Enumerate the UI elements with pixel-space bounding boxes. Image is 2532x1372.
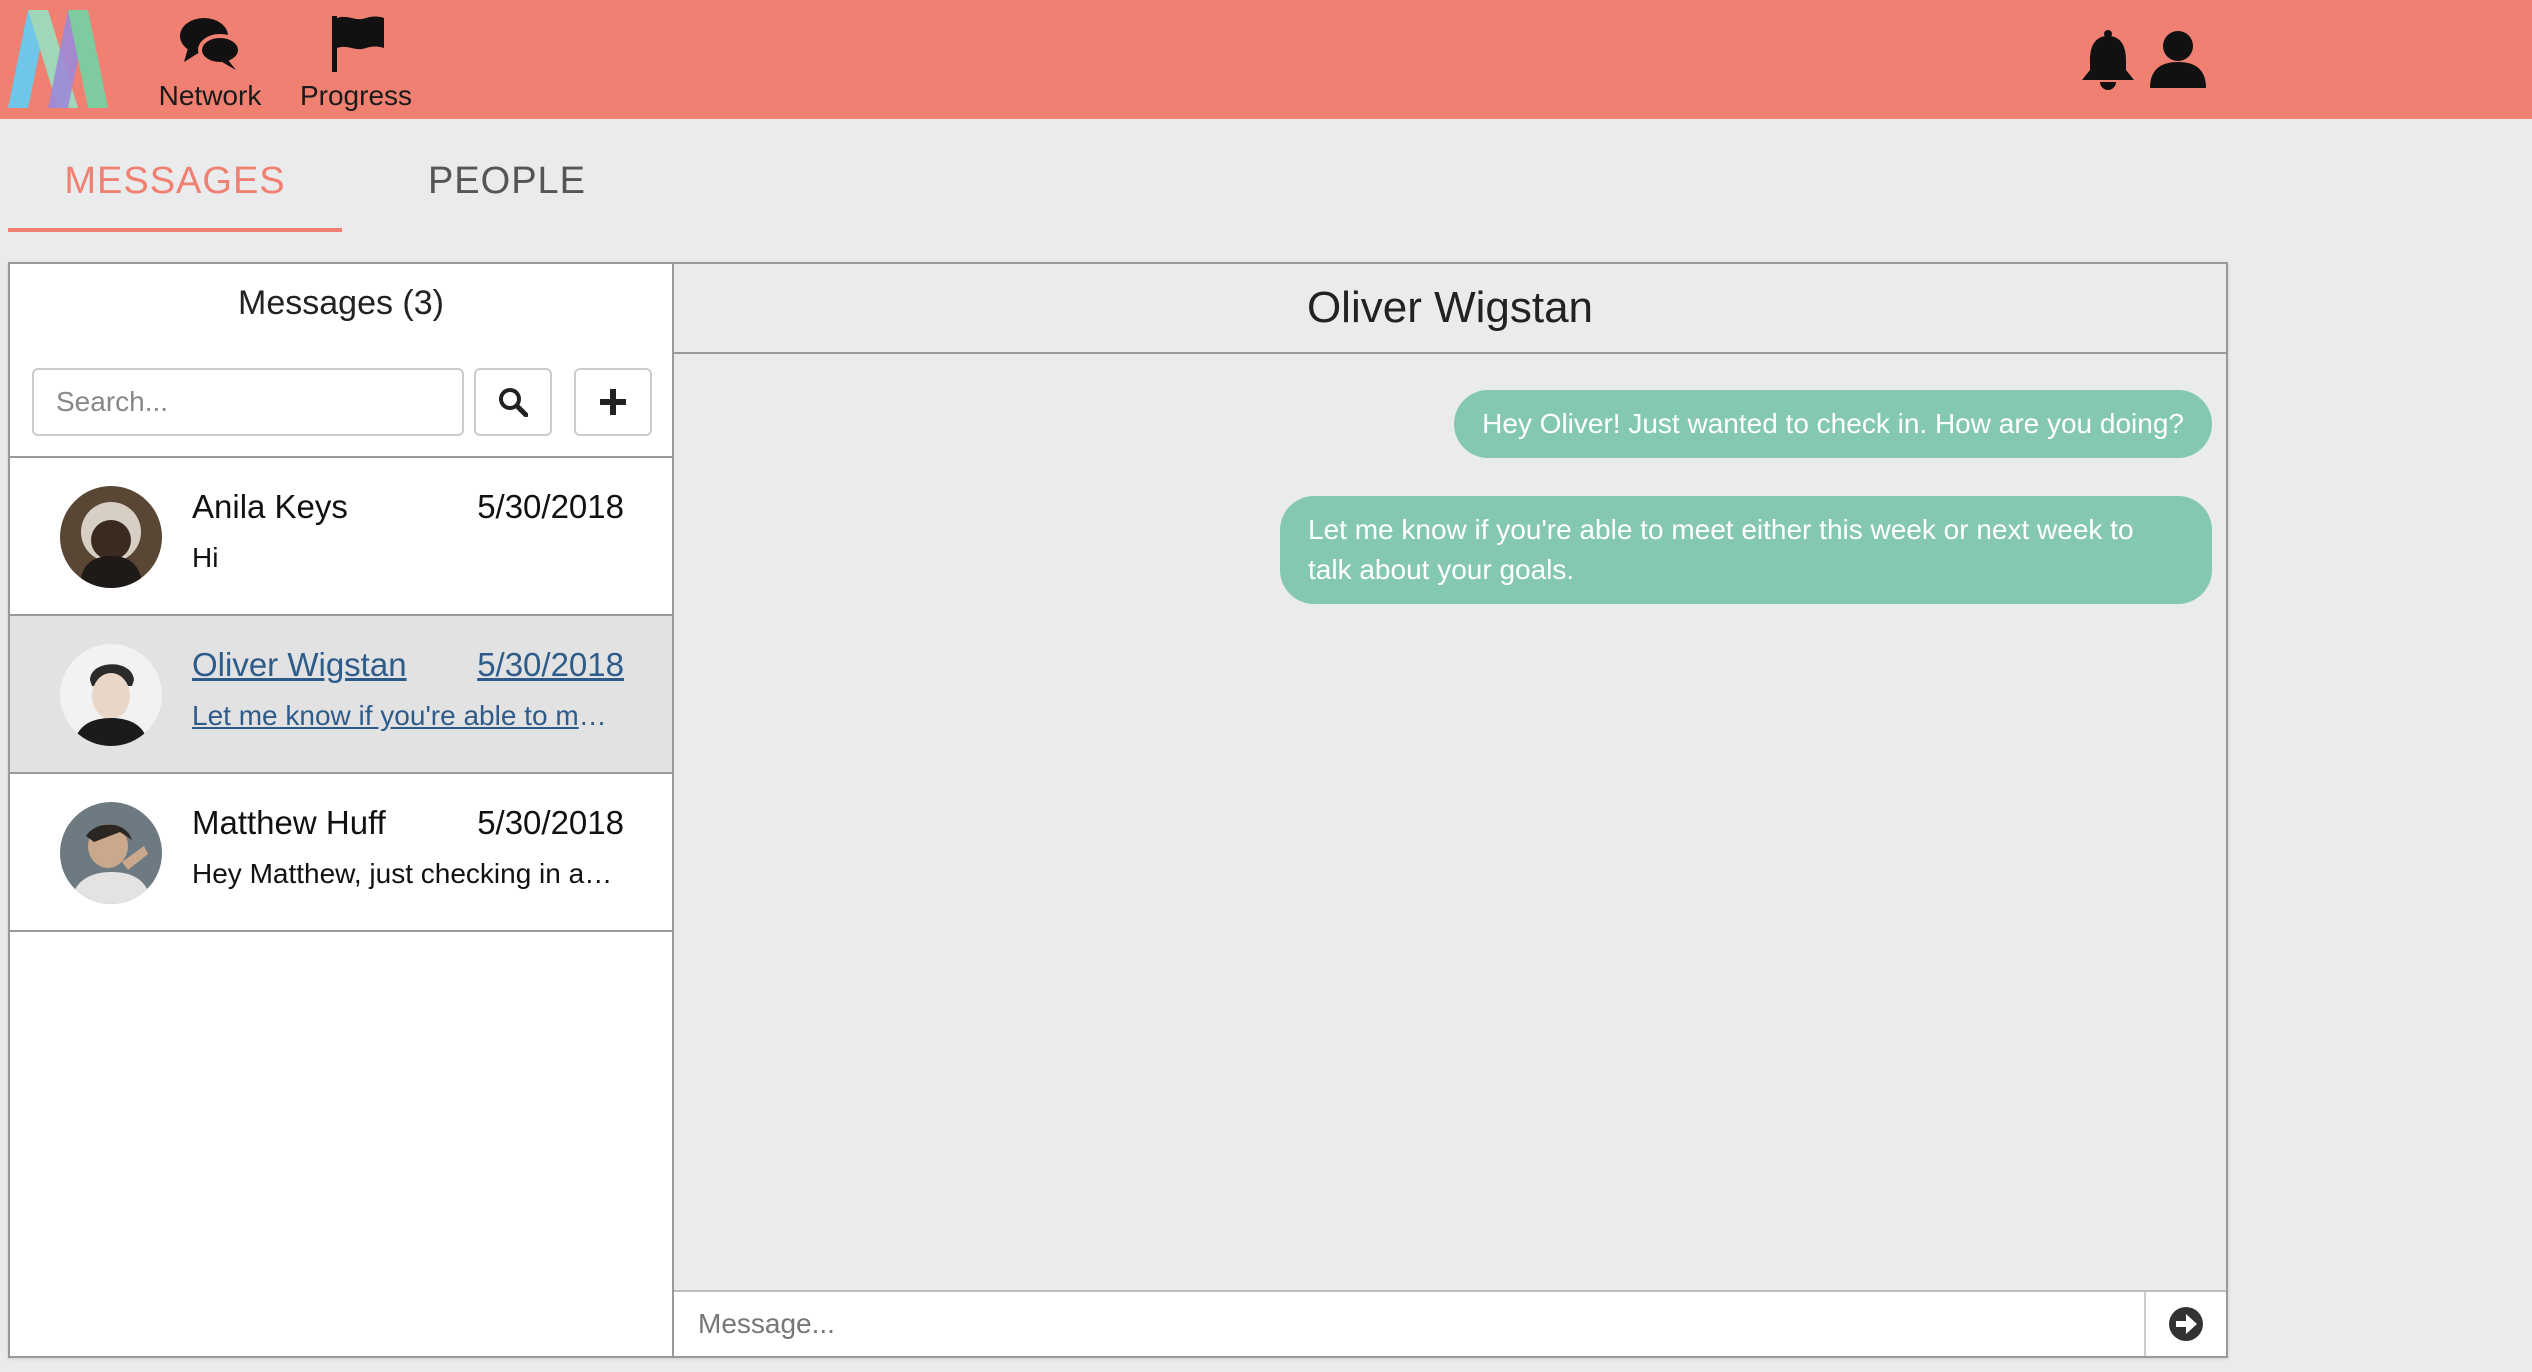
message-preview: Hey Matthew, just checking in and seeing… bbox=[192, 858, 622, 889]
tab-messages[interactable]: MESSAGES bbox=[8, 150, 342, 232]
conversation-date[interactable]: 5/30/2018 bbox=[477, 646, 624, 684]
conversation-item[interactable]: Anila Keys 5/30/2018 Hi bbox=[10, 458, 672, 616]
chat-pane: Oliver Wigstan Hey Oliver! Just wanted t… bbox=[674, 264, 2226, 1356]
message-preview: Hi bbox=[192, 542, 219, 573]
nav-progress-label: Progress bbox=[299, 80, 413, 111]
avatar bbox=[60, 486, 162, 588]
avatar bbox=[60, 644, 162, 746]
conversation-item[interactable]: Oliver Wigstan 5/30/2018 Let me know if … bbox=[10, 616, 672, 774]
search-button[interactable] bbox=[474, 368, 552, 436]
conversation-list-pane: Messages (3) Search... Anila Keys 5/30/2… bbox=[10, 264, 674, 1356]
user-icon[interactable] bbox=[2148, 28, 2208, 90]
conversation-list-header: Messages (3) bbox=[10, 264, 672, 458]
bell-icon[interactable] bbox=[2078, 28, 2138, 90]
send-arrow-icon bbox=[2169, 1307, 2203, 1341]
nav-network[interactable]: Network bbox=[150, 14, 270, 114]
message-bubble: Hey Oliver! Just wanted to check in. How… bbox=[1454, 390, 2212, 458]
conversation-item[interactable]: Matthew Huff 5/30/2018 Hey Matthew, just… bbox=[10, 774, 672, 932]
conversation-date: 5/30/2018 bbox=[477, 804, 624, 841]
messages-count-title: Messages (3) bbox=[238, 284, 444, 322]
search-input[interactable] bbox=[32, 368, 464, 436]
message-preview[interactable]: Let me know if you're able to meet eithe… bbox=[192, 700, 622, 732]
message-composer bbox=[674, 1290, 2226, 1356]
search-icon bbox=[499, 388, 528, 417]
message-input[interactable] bbox=[674, 1292, 2144, 1356]
chat-contact-name: Oliver Wigstan bbox=[674, 264, 2226, 354]
plus-icon bbox=[600, 389, 626, 415]
message-bubble: Let me know if you're able to meet eithe… bbox=[1280, 496, 2212, 604]
app-logo[interactable] bbox=[6, 8, 110, 110]
nav-network-label: Network bbox=[158, 80, 262, 111]
chat-bubbles-icon bbox=[180, 18, 242, 70]
messages-panel: Messages (3) Search... Anila Keys 5/30/2… bbox=[8, 262, 2228, 1358]
contact-name: Anila Keys bbox=[192, 488, 348, 525]
flag-icon bbox=[332, 16, 384, 72]
nav-progress[interactable]: Progress bbox=[296, 14, 416, 114]
avatar bbox=[60, 802, 162, 904]
send-button[interactable] bbox=[2144, 1292, 2226, 1356]
top-navbar: Network Progress bbox=[0, 0, 2532, 119]
tab-people[interactable]: PEOPLE bbox=[340, 150, 674, 232]
contact-name[interactable]: Oliver Wigstan bbox=[192, 646, 407, 684]
contact-name: Matthew Huff bbox=[192, 804, 386, 841]
conversation-date: 5/30/2018 bbox=[477, 488, 624, 525]
new-message-button[interactable] bbox=[574, 368, 652, 436]
